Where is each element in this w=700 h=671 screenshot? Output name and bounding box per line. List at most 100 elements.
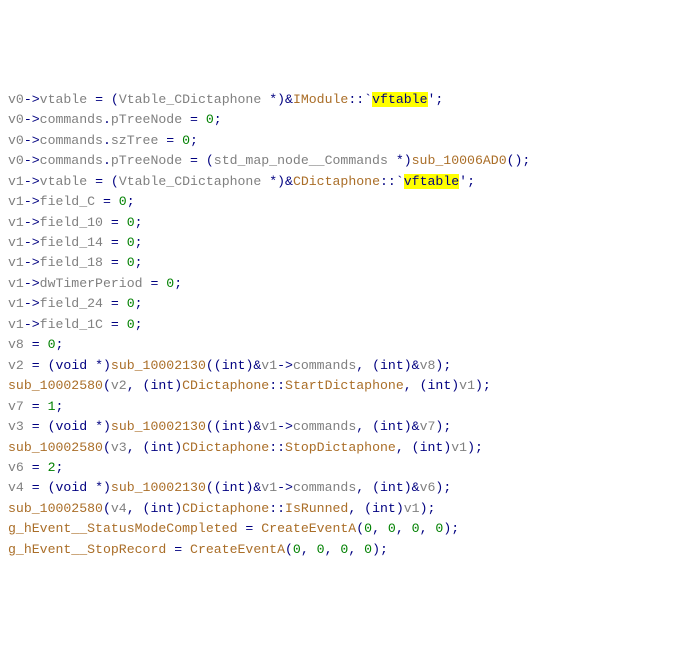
code-token: 0 [127, 215, 135, 230]
code-token: StartDictaphone [285, 378, 404, 393]
code-token: 0 [119, 194, 127, 209]
code-token: , ( [356, 480, 380, 495]
code-token: v2 [8, 358, 32, 373]
code-token: = ( [32, 419, 56, 434]
code-token: )& [245, 358, 261, 373]
code-token: v1 [8, 194, 24, 209]
code-token: = [32, 337, 48, 352]
code-token: v0 [8, 92, 24, 107]
code-token: 2 [48, 460, 56, 475]
code-token: = [111, 317, 127, 332]
code-token: , [348, 542, 364, 557]
code-token: = [32, 399, 48, 414]
code-token: -> [24, 92, 40, 107]
code-token: -> [24, 235, 40, 250]
code-token: *)& [269, 92, 293, 107]
code-token: 0 [182, 133, 190, 148]
code-token: v3 [111, 440, 127, 455]
code-token: CreateEventA [261, 521, 356, 536]
code-token: pTreeNode [111, 112, 190, 127]
code-token: )& [404, 419, 420, 434]
code-token: field_1C [40, 317, 111, 332]
code-token: = [166, 133, 182, 148]
code-token: = [32, 460, 48, 475]
code-token: ) [451, 378, 459, 393]
code-token: v1 [459, 378, 475, 393]
code-token: v0 [8, 153, 24, 168]
code-line: v4 = (void *)sub_10002130((int)&v1->comm… [8, 478, 692, 498]
code-token: field_14 [40, 235, 111, 250]
code-token: v1 [8, 317, 24, 332]
code-token: ); [435, 419, 451, 434]
code-line: v1->vtable = (Vtable_CDictaphone *)&CDic… [8, 172, 692, 192]
code-token: . [103, 153, 111, 168]
code-token: vtable [40, 174, 95, 189]
code-token: 0 [206, 112, 214, 127]
code-token: sub_10002130 [111, 358, 206, 373]
code-line: v1->field_10 = 0; [8, 213, 692, 233]
code-token: ; [174, 276, 182, 291]
code-line: v3 = (void *)sub_10002130((int)&v1->comm… [8, 417, 692, 437]
code-token: v0 [8, 133, 24, 148]
code-token: ; [214, 112, 222, 127]
code-token: v1 [8, 255, 24, 270]
code-token: = [111, 235, 127, 250]
code-token: commands [293, 358, 356, 373]
code-token: . [103, 133, 111, 148]
code-line: v1->field_14 = 0; [8, 233, 692, 253]
code-token: v0 [8, 112, 24, 127]
code-token: ; [127, 194, 135, 209]
code-token: 0 [127, 317, 135, 332]
code-token: -> [24, 317, 40, 332]
code-token: ) [174, 440, 182, 455]
code-token: v2 [111, 378, 127, 393]
code-line: v0->commands.szTree = 0; [8, 131, 692, 151]
code-token: , ( [404, 378, 428, 393]
code-token: int [222, 358, 246, 373]
code-token: CreateEventA [190, 542, 285, 557]
code-token: int [372, 501, 396, 516]
code-token: (( [206, 358, 222, 373]
code-token: CDictaphone [182, 440, 269, 455]
code-token: int [150, 440, 174, 455]
code-line: v8 = 0; [8, 335, 692, 355]
code-token: v8 [420, 358, 436, 373]
code-token: IModule [293, 92, 348, 107]
code-token: v1 [404, 501, 420, 516]
code-token: *) [95, 419, 111, 434]
code-line: v1->field_1C = 0; [8, 315, 692, 335]
code-token: int [222, 480, 246, 495]
code-token: ; [135, 215, 143, 230]
code-token: *) [95, 358, 111, 373]
code-token: v1 [261, 358, 277, 373]
code-token: szTree [111, 133, 166, 148]
code-token: -> [24, 133, 40, 148]
code-token: = ( [95, 174, 119, 189]
code-token: sub_10002580 [8, 501, 103, 516]
code-token: sub_10002580 [8, 378, 103, 393]
code-token: ; [135, 255, 143, 270]
code-token: (( [206, 419, 222, 434]
code-line: v1->field_24 = 0; [8, 294, 692, 314]
code-token: sub_10002130 [111, 419, 206, 434]
code-line: v2 = (void *)sub_10002130((int)&v1->comm… [8, 356, 692, 376]
code-token: ( [285, 542, 293, 557]
code-token: ; [135, 317, 143, 332]
code-token: = [150, 276, 166, 291]
code-line: v0->commands.pTreeNode = 0; [8, 110, 692, 130]
code-line: v6 = 2; [8, 458, 692, 478]
code-token: v4 [8, 480, 32, 495]
code-token: )& [245, 419, 261, 434]
code-token: sub_10006AD0 [412, 153, 507, 168]
code-token: = ( [190, 153, 214, 168]
code-token: int [380, 419, 404, 434]
decompiled-code-block: v0->vtable = (Vtable_CDictaphone *)&IMod… [8, 90, 692, 560]
code-token: ); [443, 521, 459, 536]
code-token: = [245, 521, 261, 536]
code-token: , ( [127, 501, 151, 516]
code-token: ( [103, 440, 111, 455]
code-token: , ( [127, 378, 151, 393]
code-token: = ( [95, 92, 119, 107]
code-token: dwTimerPeriod [40, 276, 151, 291]
code-line: g_hEvent__StopRecord = CreateEventA(0, 0… [8, 540, 692, 560]
